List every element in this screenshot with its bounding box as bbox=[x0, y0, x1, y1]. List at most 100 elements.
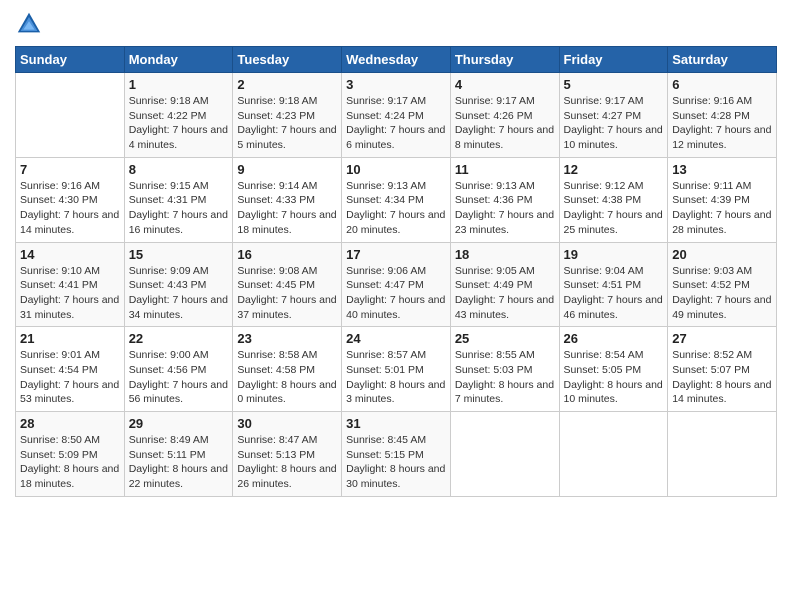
cell-sunrise: Sunrise: 9:17 AM bbox=[455, 95, 535, 107]
cell-daylight: Daylight: 8 hours and 18 minutes. bbox=[20, 463, 119, 490]
header bbox=[15, 10, 777, 38]
cell-sunrise: Sunrise: 8:49 AM bbox=[129, 434, 209, 446]
cell-daylight: Daylight: 7 hours and 16 minutes. bbox=[129, 209, 228, 236]
cell-daylight: Daylight: 7 hours and 6 minutes. bbox=[346, 124, 445, 151]
cell-sunset: Sunset: 4:23 PM bbox=[237, 110, 315, 122]
cell-daylight: Daylight: 7 hours and 14 minutes. bbox=[20, 209, 119, 236]
cell-sunset: Sunset: 4:54 PM bbox=[20, 364, 98, 376]
cell-day-number: 1 bbox=[129, 77, 229, 92]
calendar-cell: 23Sunrise: 8:58 AMSunset: 4:58 PMDayligh… bbox=[233, 327, 342, 412]
cell-sunrise: Sunrise: 9:15 AM bbox=[129, 180, 209, 192]
cell-sunset: Sunset: 4:26 PM bbox=[455, 110, 533, 122]
cell-sunset: Sunset: 4:56 PM bbox=[129, 364, 207, 376]
calendar-cell: 28Sunrise: 8:50 AMSunset: 5:09 PMDayligh… bbox=[16, 412, 125, 497]
cell-daylight: Daylight: 7 hours and 40 minutes. bbox=[346, 294, 445, 321]
cell-day-number: 19 bbox=[564, 247, 664, 262]
cell-daylight: Daylight: 7 hours and 46 minutes. bbox=[564, 294, 663, 321]
cell-day-number: 4 bbox=[455, 77, 555, 92]
cell-info: Sunrise: 9:00 AM Sunset: 4:56 PM Daylight:… bbox=[129, 348, 229, 407]
cell-daylight: Daylight: 7 hours and 28 minutes. bbox=[672, 209, 771, 236]
cell-info: Sunrise: 9:17 AMSunset: 4:24 PMDaylight:… bbox=[346, 94, 446, 153]
cell-sunrise: Sunrise: 9:16 AM bbox=[20, 180, 100, 192]
cell-day-number: 2 bbox=[237, 77, 337, 92]
calendar-cell: 20Sunrise: 9:03 AMSunset: 4:52 PMDayligh… bbox=[668, 242, 777, 327]
cell-daylight: Daylight: 7 hours and 31 minutes. bbox=[20, 294, 119, 321]
cell-daylight: Daylight: 8 hours and 0 minutes. bbox=[237, 379, 336, 406]
weekday-header-wednesday: Wednesday bbox=[342, 47, 451, 73]
cell-info: Sunrise: 9:05 AMSunset: 4:49 PMDaylight:… bbox=[455, 264, 555, 323]
cell-info: Sunrise: 9:11 AM Sunset: 4:39 PM Daylight:… bbox=[672, 179, 772, 238]
calendar-cell: 24Sunrise: 8:57 AMSunset: 5:01 PMDayligh… bbox=[342, 327, 451, 412]
cell-sunset: Sunset: 4:51 PM bbox=[564, 279, 642, 291]
calendar-cell: 30Sunrise: 8:47 AMSunset: 5:13 PMDayligh… bbox=[233, 412, 342, 497]
cell-sunrise: Sunrise: 9:03 AM bbox=[672, 265, 752, 277]
weekday-header-friday: Friday bbox=[559, 47, 668, 73]
cell-sunrise: Sunrise: 8:45 AM bbox=[346, 434, 426, 446]
cell-day-number: 17 bbox=[346, 247, 446, 262]
cell-day-number: 3 bbox=[346, 77, 446, 92]
weekday-header-thursday: Thursday bbox=[450, 47, 559, 73]
cell-sunset: Sunset: 4:43 PM bbox=[129, 279, 207, 291]
cell-daylight: Daylight: 7 hours and 23 minutes. bbox=[455, 209, 554, 236]
cell-sunset: Sunset: 4:24 PM bbox=[346, 110, 424, 122]
cell-day-number: 9 bbox=[237, 162, 337, 177]
cell-sunset: Sunset: 4:41 PM bbox=[20, 279, 98, 291]
cell-day-number: 6 bbox=[672, 77, 772, 92]
cell-sunrise: Sunrise: 9:11 AM bbox=[672, 180, 751, 192]
calendar-week-row: 7 Sunrise: 9:16 AMSunset: 4:30 PMDaylight… bbox=[16, 157, 777, 242]
cell-sunrise: Sunrise: 9:05 AM bbox=[455, 265, 535, 277]
cell-sunset: Sunset: 4:31 PM bbox=[129, 194, 207, 206]
cell-sunrise: Sunrise: 9:04 AM bbox=[564, 265, 644, 277]
cell-info: Sunrise: 9:06 AMSunset: 4:47 PMDaylight:… bbox=[346, 264, 446, 323]
cell-day-number: 31 bbox=[346, 416, 446, 431]
calendar-table: SundayMondayTuesdayWednesdayThursdayFrid… bbox=[15, 46, 777, 497]
cell-sunset: Sunset: 4:33 PM bbox=[237, 194, 315, 206]
weekday-header-row: SundayMondayTuesdayWednesdayThursdayFrid… bbox=[16, 47, 777, 73]
cell-info: Sunrise: 8:45 AMSunset: 5:15 PMDaylight:… bbox=[346, 433, 446, 492]
cell-sunrise: Sunrise: 8:55 AM bbox=[455, 349, 535, 361]
cell-sunrise: Sunrise: 9:00 AM bbox=[129, 349, 209, 361]
calendar-cell: 18Sunrise: 9:05 AMSunset: 4:49 PMDayligh… bbox=[450, 242, 559, 327]
cell-sunset: Sunset: 5:05 PM bbox=[564, 364, 642, 376]
cell-day-number: 14 bbox=[20, 247, 120, 262]
cell-daylight: Daylight: 7 hours and 43 minutes. bbox=[455, 294, 554, 321]
calendar-week-row: 28Sunrise: 8:50 AMSunset: 5:09 PMDayligh… bbox=[16, 412, 777, 497]
cell-daylight: Daylight: 7 hours and 8 minutes. bbox=[455, 124, 554, 151]
calendar-cell: 11Sunrise: 9:13 AMSunset: 4:36 PMDayligh… bbox=[450, 157, 559, 242]
cell-day-number: 25 bbox=[455, 331, 555, 346]
weekday-header-tuesday: Tuesday bbox=[233, 47, 342, 73]
cell-sunrise: Sunrise: 9:18 AM bbox=[237, 95, 317, 107]
cell-info: Sunrise: 9:18 AMSunset: 4:22 PMDaylight:… bbox=[129, 94, 229, 153]
cell-sunset: Sunset: 5:03 PM bbox=[455, 364, 533, 376]
cell-daylight: Daylight: 7 hours and 56 minutes. bbox=[129, 379, 228, 406]
calendar-cell: 15Sunrise: 9:09 AMSunset: 4:43 PMDayligh… bbox=[124, 242, 233, 327]
cell-day-number: 15 bbox=[129, 247, 229, 262]
cell-info: Sunrise: 9:15 AM Sunset: 4:31 PM Daylight:… bbox=[129, 179, 229, 238]
cell-day-number: 7 bbox=[20, 162, 120, 177]
cell-daylight: Daylight: 7 hours and 10 minutes. bbox=[564, 124, 663, 151]
cell-sunset: Sunset: 5:13 PM bbox=[237, 449, 315, 461]
cell-info: Sunrise: 8:47 AM Sunset: 5:13 PM Daylight:… bbox=[237, 433, 337, 492]
cell-daylight: Daylight: 7 hours and 20 minutes. bbox=[346, 209, 445, 236]
cell-sunset: Sunset: 4:39 PM bbox=[672, 194, 750, 206]
calendar-cell: 7 Sunrise: 9:16 AMSunset: 4:30 PMDaylight… bbox=[16, 157, 125, 242]
cell-daylight: Daylight: 7 hours and 18 minutes. bbox=[237, 209, 336, 236]
cell-daylight: Daylight: 7 hours and 49 minutes. bbox=[672, 294, 771, 321]
calendar-week-row: 1 Sunrise: 9:18 AMSunset: 4:22 PMDaylight… bbox=[16, 73, 777, 158]
cell-sunset: Sunset: 4:45 PM bbox=[237, 279, 315, 291]
cell-sunrise: Sunrise: 8:52 AM bbox=[672, 349, 752, 361]
calendar-cell: 17 Sunrise: 9:06 AMSunset: 4:47 PMDayligh… bbox=[342, 242, 451, 327]
weekday-header-saturday: Saturday bbox=[668, 47, 777, 73]
calendar-cell: 31 Sunrise: 8:45 AMSunset: 5:15 PMDayligh… bbox=[342, 412, 451, 497]
logo bbox=[15, 10, 47, 38]
cell-info: Sunrise: 9:16 AMSunset: 4:30 PMDaylight:… bbox=[20, 179, 120, 238]
calendar-cell: 3 Sunrise: 9:17 AMSunset: 4:24 PMDaylight… bbox=[342, 73, 451, 158]
cell-sunrise: Sunrise: 8:47 AM bbox=[237, 434, 317, 446]
cell-daylight: Daylight: 7 hours and 5 minutes. bbox=[237, 124, 336, 151]
cell-sunset: Sunset: 5:07 PM bbox=[672, 364, 750, 376]
cell-daylight: Daylight: 8 hours and 26 minutes. bbox=[237, 463, 336, 490]
cell-info: Sunrise: 9:16 AMSunset: 4:28 PMDaylight:… bbox=[672, 94, 772, 153]
cell-day-number: 10 bbox=[346, 162, 446, 177]
cell-sunset: Sunset: 4:38 PM bbox=[564, 194, 642, 206]
cell-daylight: Daylight: 8 hours and 14 minutes. bbox=[672, 379, 771, 406]
